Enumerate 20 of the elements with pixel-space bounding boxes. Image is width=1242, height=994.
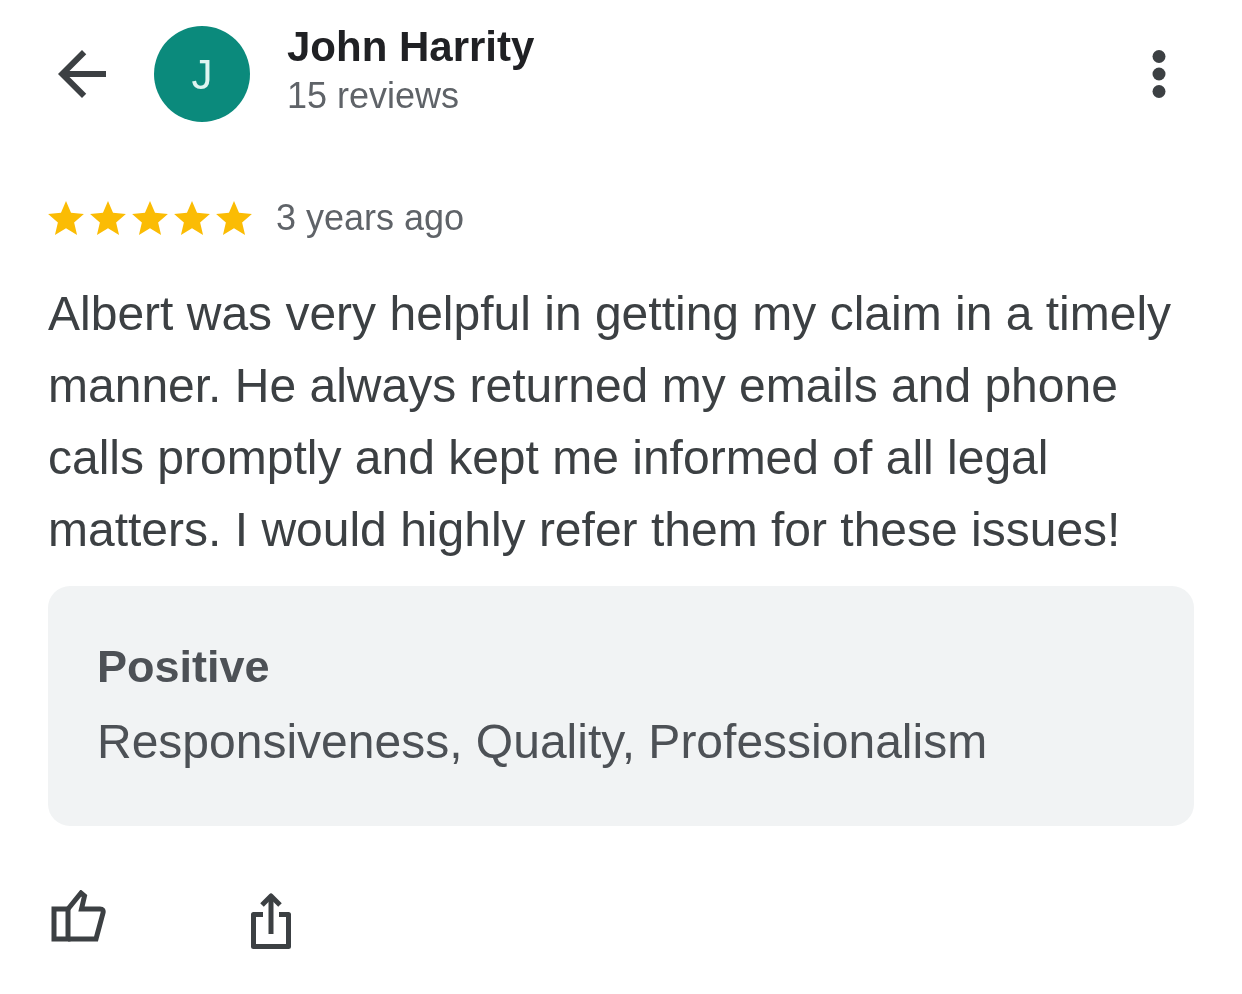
review-time: 3 years ago bbox=[276, 198, 465, 238]
back-button[interactable] bbox=[58, 50, 106, 98]
like-button[interactable] bbox=[51, 890, 107, 942]
share-icon bbox=[249, 892, 293, 950]
more-options-icon bbox=[1152, 50, 1166, 98]
star-icon bbox=[48, 201, 84, 235]
star-icon bbox=[132, 201, 168, 235]
highlights-text: Responsiveness, Quality, Professionalism bbox=[97, 714, 989, 770]
review-count: 15 reviews bbox=[287, 74, 461, 117]
highlights-title: Positive bbox=[97, 640, 271, 694]
star-icon bbox=[90, 201, 126, 235]
star-icon bbox=[174, 201, 210, 235]
thumbs-up-icon bbox=[51, 890, 107, 942]
reviewer-name: John Harrity bbox=[287, 22, 535, 71]
review-text: Albert was very helpful in getting my claim in a timely manner. He always returned my emails and phone calls promptly and kept me informed of all legal matters. I would highly refer them for these issues! bbox=[48, 286, 1173, 558]
back-arrow-icon bbox=[58, 50, 106, 98]
avatar: J bbox=[154, 26, 250, 122]
more-options-button[interactable] bbox=[1152, 50, 1166, 98]
share-button[interactable] bbox=[249, 892, 293, 950]
star-icon bbox=[216, 201, 252, 235]
